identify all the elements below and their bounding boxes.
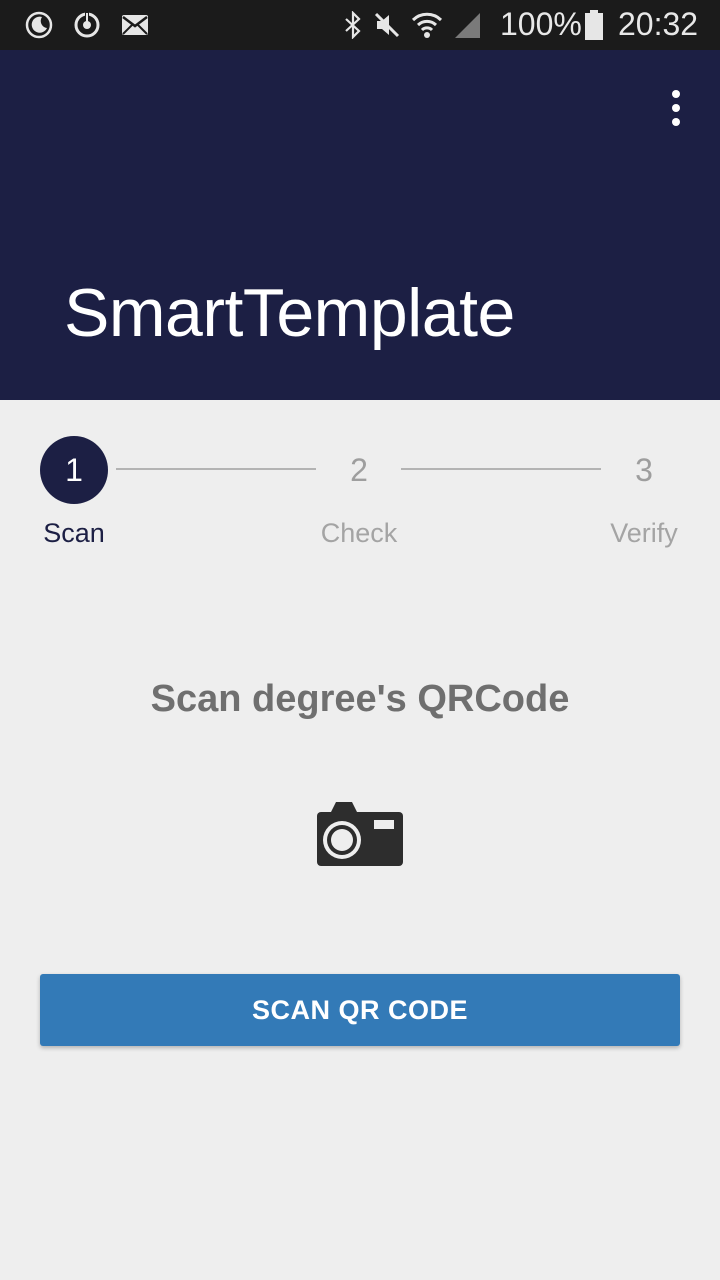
signal-icon (452, 10, 482, 40)
status-bar: 100% 20:32 (0, 0, 720, 50)
wifi-icon (410, 10, 444, 40)
step-2-label: Check (320, 518, 398, 548)
clock: 20:32 (618, 6, 699, 42)
app-bar: SmartTemplate (0, 50, 720, 400)
battery-percentage: 100% (500, 6, 582, 42)
sync-icon (72, 10, 102, 40)
step-1-indicator[interactable]: 1 (40, 436, 108, 504)
bluetooth-icon (342, 10, 364, 40)
step-2-indicator[interactable]: 2 (325, 436, 393, 504)
more-vert-icon[interactable] (658, 86, 694, 130)
camera-icon (316, 800, 404, 868)
app-title: SmartTemplate (64, 275, 515, 351)
scan-heading: Scan degree's QRCode (150, 678, 570, 720)
scan-qr-code-button[interactable]: SCAN QR CODE (40, 974, 680, 1046)
step-3-label: Verify (610, 518, 678, 548)
mail-icon (120, 10, 150, 40)
step-connector-2 (401, 468, 601, 470)
battery-icon (582, 10, 606, 40)
moon-icon (24, 10, 54, 40)
mute-icon (372, 10, 402, 40)
step-3-indicator[interactable]: 3 (610, 436, 678, 504)
step-1-label: Scan (43, 518, 105, 548)
step-connector-1 (116, 468, 316, 470)
